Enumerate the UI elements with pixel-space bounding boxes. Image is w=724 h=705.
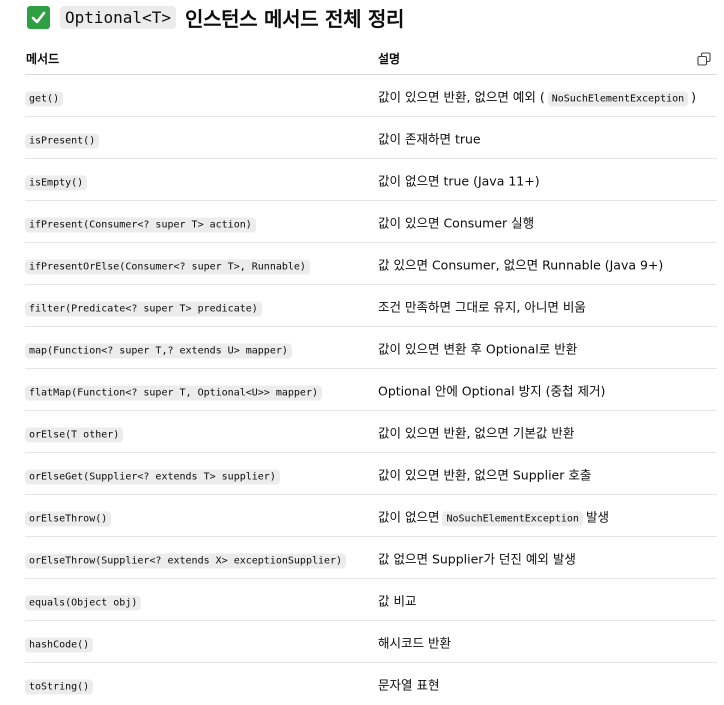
table-row: isEmpty() 값이 없으면 true (Java 11+) xyxy=(25,159,717,201)
method-code: hashCode() xyxy=(25,637,94,652)
table-row: get() 값이 있으면 반환, 없으면 예외 (NoSuchElementExc… xyxy=(25,75,717,117)
description-cell: 값이 없으면 NoSuchElementException 발생 xyxy=(378,506,609,526)
table-row: flatMap(Function<? super T, Optional<U>>… xyxy=(25,369,717,411)
table-row: ifPresentOrElse(Consumer<? super T>, Run… xyxy=(25,243,717,285)
method-cell: get() xyxy=(25,86,64,106)
description-cell: 값 있으면 Consumer, 없으면 Runnable (Java 9+) xyxy=(378,254,663,273)
table-row: map(Function<? super T,? extends U> mapp… xyxy=(25,327,717,369)
check-mark-icon xyxy=(27,5,50,29)
method-cell: ifPresent(Consumer<? super T> action) xyxy=(25,212,256,232)
method-code: filter(Predicate<? super T> predicate) xyxy=(25,301,262,316)
method-code: isEmpty() xyxy=(25,175,88,190)
heading-title: 인스턴스 메서드 전체 정리 xyxy=(184,6,405,31)
method-cell: isEmpty() xyxy=(25,170,88,190)
method-code: get() xyxy=(25,91,64,106)
description-text: 조건 만족하면 그대로 유지, 아니면 비움 xyxy=(378,299,586,314)
method-cell: orElseThrow(Supplier<? extends X> except… xyxy=(25,548,347,568)
description-text: Optional 안에 Optional 방지 (중첩 제거) xyxy=(378,383,606,398)
description-cell: 값이 있으면 Consumer 실행 xyxy=(378,212,534,231)
method-cell: flatMap(Function<? super T, Optional<U>>… xyxy=(25,380,322,400)
description-text-after: 발생 xyxy=(585,509,609,524)
description-cell: 값이 존재하면 true xyxy=(378,128,481,147)
method-cell: toString() xyxy=(25,674,94,694)
method-code: isPresent() xyxy=(25,133,100,148)
table-row: isPresent() 값이 존재하면 true xyxy=(25,117,717,159)
description-cell: Optional 안에 Optional 방지 (중첩 제거) xyxy=(378,380,605,399)
method-code: orElseGet(Supplier<? extends T> supplier… xyxy=(25,469,280,484)
description-text: 값이 있으면 변환 후 Optional로 반환 xyxy=(378,341,578,356)
table-row: filter(Predicate<? super T> predicate) 조건… xyxy=(25,285,717,327)
column-header-method: 메서드 xyxy=(26,51,60,66)
description-text: 값이 없으면 true (Java 11+) xyxy=(378,173,540,188)
description-text: 값이 있으면 반환, 없으면 Supplier 호출 xyxy=(378,467,592,482)
method-code: flatMap(Function<? super T, Optional<U>>… xyxy=(25,385,322,400)
description-cell: 값이 있으면 반환, 없으면 예외 (NoSuchElementExceptio… xyxy=(378,86,697,106)
description-cell: 값 없으면 Supplier가 던진 예외 발생 xyxy=(378,548,576,567)
method-code: ifPresent(Consumer<? super T> action) xyxy=(25,217,256,232)
description-cell: 값이 있으면 반환, 없으면 Supplier 호출 xyxy=(378,464,591,483)
description-text: 값이 존재하면 true xyxy=(378,131,481,146)
method-code: orElseThrow() xyxy=(25,511,112,526)
description-inline-code: NoSuchElementException xyxy=(547,91,689,106)
table-row: orElseGet(Supplier<? extends T> supplier… xyxy=(25,453,717,495)
table-row: equals(Object obj) 값 비교 xyxy=(25,579,717,621)
description-text: 값이 있으면 반환, 없으면 기본값 반환 xyxy=(378,425,575,440)
description-text: 값 비교 xyxy=(378,593,417,608)
table-row: hashCode() 해시코드 반환 xyxy=(25,621,717,663)
method-cell: hashCode() xyxy=(25,632,94,652)
description-text: 값 없으면 Supplier가 던진 예외 발생 xyxy=(378,551,576,566)
page-heading: Optional<T> 인스턴스 메서드 전체 정리 xyxy=(27,3,404,31)
methods-table: 메서드 설명 get() 값이 있으면 반환, 없으면 예외 (NoSuchEle… xyxy=(25,42,717,704)
heading-code: Optional<T> xyxy=(60,5,176,29)
method-cell: ifPresentOrElse(Consumer<? super T>, Run… xyxy=(25,254,310,274)
description-inline-code: NoSuchElementException xyxy=(442,511,583,526)
column-header-description: 설명 xyxy=(378,51,401,66)
description-cell: 값이 있으면 반환, 없으면 기본값 반환 xyxy=(378,422,574,441)
method-cell: equals(Object obj) xyxy=(25,590,142,610)
method-cell: filter(Predicate<? super T> predicate) xyxy=(25,296,262,316)
description-text: 값이 있으면 Consumer 실행 xyxy=(378,215,535,230)
description-cell: 값 비교 xyxy=(378,590,416,609)
description-text: 값이 있으면 반환, 없으면 예외 ( xyxy=(378,89,545,104)
description-cell: 값이 있으면 변환 후 Optional로 반환 xyxy=(378,338,577,357)
method-code: orElseThrow(Supplier<? extends X> except… xyxy=(25,553,347,568)
copy-icon[interactable] xyxy=(697,51,711,66)
description-cell: 조건 만족하면 그대로 유지, 아니면 비움 xyxy=(378,296,586,315)
table-row: orElseThrow() 값이 없으면 NoSuchElementExceptio… xyxy=(25,495,717,537)
description-text: 문자열 표현 xyxy=(378,677,440,692)
table-row: orElse(T other) 값이 있으면 반환, 없으면 기본값 반환 xyxy=(25,411,717,453)
method-cell: orElse(T other) xyxy=(25,422,124,442)
table-body: get() 값이 있으면 반환, 없으면 예외 (NoSuchElementExc… xyxy=(25,75,717,704)
description-text: 값이 없으면 xyxy=(378,509,440,524)
method-cell: map(Function<? super T,? extends U> mapp… xyxy=(25,338,292,358)
description-text-after: ) xyxy=(691,89,697,104)
table-row: ifPresent(Consumer<? super T> action) 값이 … xyxy=(25,201,717,243)
method-code: orElse(T other) xyxy=(25,427,124,442)
description-text: 해시코드 반환 xyxy=(378,635,451,650)
table-row: orElseThrow(Supplier<? extends X> except… xyxy=(25,537,717,579)
method-cell: isPresent() xyxy=(25,128,100,148)
method-code: toString() xyxy=(25,679,94,694)
description-cell: 문자열 표현 xyxy=(378,674,439,693)
description-cell: 값이 없으면 true (Java 11+) xyxy=(378,170,540,189)
table-row: toString() 문자열 표현 xyxy=(25,663,717,704)
description-cell: 해시코드 반환 xyxy=(378,632,451,651)
method-code: ifPresentOrElse(Consumer<? super T>, Run… xyxy=(25,259,310,274)
method-cell: orElseThrow() xyxy=(25,506,112,526)
method-cell: orElseGet(Supplier<? extends T> supplier… xyxy=(25,464,280,484)
table-header: 메서드 설명 xyxy=(25,42,717,75)
description-text: 값 있으면 Consumer, 없으면 Runnable (Java 9+) xyxy=(378,257,664,272)
method-code: equals(Object obj) xyxy=(25,595,142,610)
method-code: map(Function<? super T,? extends U> mapp… xyxy=(25,343,292,358)
